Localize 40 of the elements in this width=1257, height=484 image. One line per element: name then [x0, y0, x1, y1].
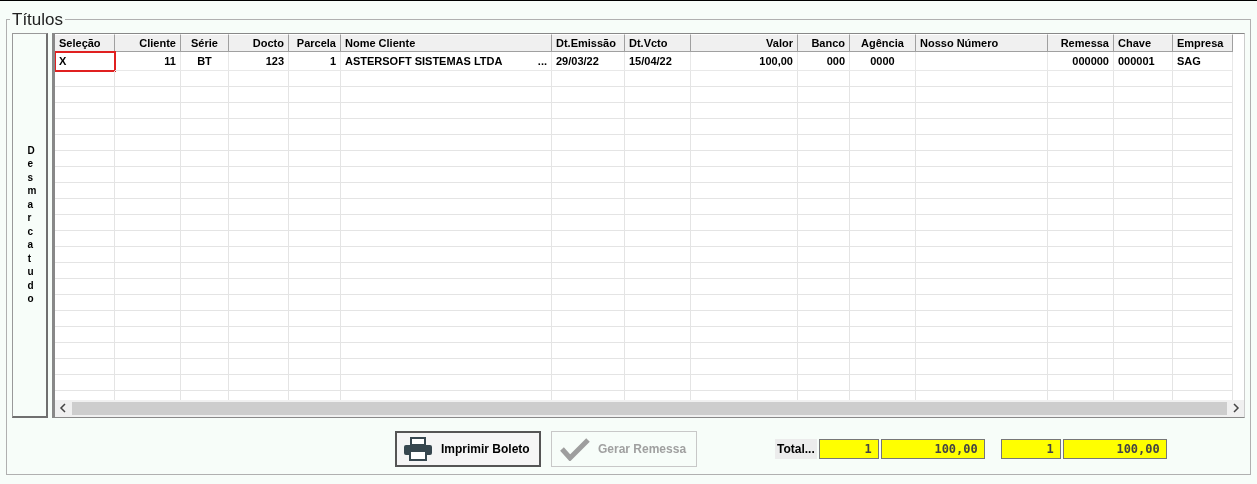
total-field: 100,00	[880, 438, 985, 459]
table-cell: BT	[181, 51, 229, 71]
column-header[interactable]: Dt.Emissão	[552, 33, 625, 52]
more-ellipsis: ...	[537, 53, 547, 69]
column-header[interactable]: Docto	[229, 33, 289, 52]
total-label: Total...	[775, 438, 817, 459]
table-cell: 11	[115, 51, 181, 71]
table-cell: 0000	[850, 51, 916, 71]
column-header[interactable]: Parcela	[289, 33, 341, 52]
column-header[interactable]: Série	[181, 33, 229, 52]
unmark-all-button[interactable]: Desmarca tudo	[12, 32, 48, 418]
printer-icon	[403, 436, 433, 461]
group-title: Títulos	[11, 9, 65, 31]
column-header[interactable]: Banco	[798, 33, 850, 52]
column-header[interactable]: Agência	[850, 33, 916, 52]
column-header[interactable]: Valor	[691, 33, 798, 52]
column-header[interactable]: Nosso Número	[916, 33, 1048, 52]
table-cell: ASTERSOFT SISTEMAS LTDA ...	[341, 51, 552, 71]
table-cell: 1	[289, 51, 341, 71]
column-header[interactable]: Chave	[1114, 33, 1173, 52]
total-field: 1	[1000, 438, 1061, 459]
print-button[interactable]: Imprimir Boleto	[395, 430, 541, 467]
checkmark-icon	[560, 436, 590, 461]
table-cell: 000000	[1048, 51, 1114, 71]
table-cell: SAG	[1173, 51, 1233, 71]
table-cell: 29/03/22	[552, 51, 625, 71]
table-cell: 15/04/22	[625, 51, 691, 71]
table-cell: 100,00	[691, 51, 798, 71]
table-cell: 000	[798, 51, 850, 71]
table-cell: 123	[229, 51, 289, 71]
column-header[interactable]: Remessa	[1048, 33, 1114, 52]
total-field: 100,00	[1062, 438, 1167, 459]
table-cell: 000001	[1114, 51, 1173, 71]
column-header[interactable]: Empresa	[1173, 33, 1233, 52]
column-header[interactable]: Cliente	[115, 33, 181, 52]
column-header[interactable]: Seleção	[55, 33, 115, 52]
table-cell: X	[55, 51, 115, 71]
column-header[interactable]: Dt.Vcto	[625, 33, 691, 52]
total-field: 1	[818, 438, 879, 459]
column-header[interactable]: Nome Cliente	[341, 33, 552, 52]
